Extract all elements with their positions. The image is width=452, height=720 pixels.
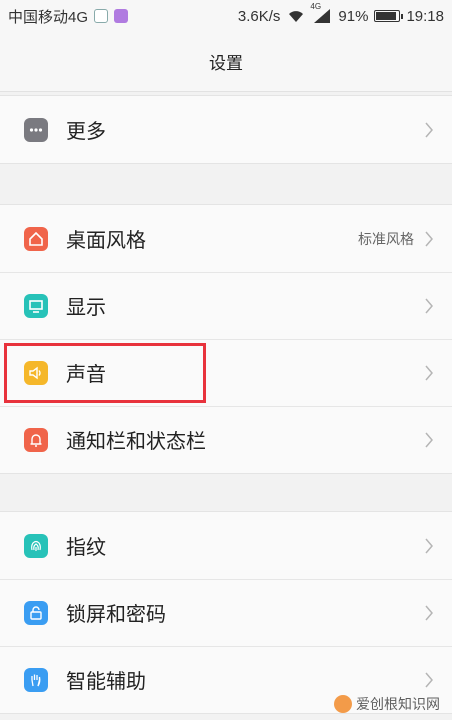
settings-item-display[interactable]: 显示 <box>0 272 452 339</box>
settings-item-label: 更多 <box>66 121 106 143</box>
chevron-right-icon <box>425 605 433 620</box>
watermark-logo <box>334 695 352 713</box>
gallery-notification-icon <box>114 9 129 23</box>
settings-item-value: 标准风格 <box>358 230 414 247</box>
hand-icon <box>24 667 48 692</box>
settings-item-label: 智能辅助 <box>66 671 146 693</box>
battery-icon <box>374 10 404 22</box>
settings-item-label: 声音 <box>66 364 106 386</box>
settings-group-1: 更多 <box>0 95 452 164</box>
settings-item-lockscreen-password[interactable]: 锁屏和密码 <box>0 579 452 646</box>
chevron-right-icon <box>425 672 433 687</box>
settings-group-2: 桌面风格 标准风格 显示 声音 通知栏和状态栏 <box>0 204 452 474</box>
chevron-right-icon <box>425 122 433 137</box>
settings-item-label: 指纹 <box>66 537 106 559</box>
page-header: 设置 <box>0 32 452 92</box>
display-icon <box>24 293 48 318</box>
status-bar: 中国移动4G 3.6K/s 4G 91% 19:18 <box>0 0 452 32</box>
watermark-text: 爱创根知识网 <box>356 696 440 712</box>
more-icon <box>24 117 48 142</box>
page-title: 设置 <box>209 54 243 73</box>
settings-item-desktop-style[interactable]: 桌面风格 标准风格 <box>0 205 452 272</box>
chevron-right-icon <box>425 365 433 380</box>
wifi-icon <box>289 11 304 22</box>
watermark: 爱创根知识网 <box>334 694 440 714</box>
settings-item-label: 显示 <box>66 297 106 319</box>
fingerprint-icon <box>24 533 48 558</box>
chevron-right-icon <box>425 298 433 313</box>
settings-item-fingerprint[interactable]: 指纹 <box>0 512 452 579</box>
speaker-icon <box>24 360 48 385</box>
chevron-right-icon <box>425 432 433 447</box>
settings-group-3: 指纹 锁屏和密码 智能辅助 <box>0 511 452 714</box>
network-type-badge: 4G <box>310 2 322 11</box>
settings-item-sound[interactable]: 声音 <box>0 339 452 406</box>
network-speed: 3.6K/s <box>237 7 281 25</box>
chevron-right-icon <box>425 538 433 553</box>
settings-item-label: 锁屏和密码 <box>66 604 166 626</box>
settings-item-more[interactable]: 更多 <box>0 96 452 163</box>
battery-percent: 91% <box>338 7 369 25</box>
chevron-right-icon <box>425 231 433 246</box>
bell-icon <box>24 427 48 452</box>
settings-item-label: 通知栏和状态栏 <box>66 431 206 453</box>
carrier-label: 中国移动4G <box>8 8 89 26</box>
clock: 19:18 <box>406 7 444 25</box>
notification-app-icon <box>94 9 109 23</box>
settings-item-notification-bar[interactable]: 通知栏和状态栏 <box>0 406 452 473</box>
home-icon <box>24 226 48 251</box>
lock-icon <box>24 600 48 625</box>
settings-item-label: 桌面风格 <box>66 230 146 252</box>
